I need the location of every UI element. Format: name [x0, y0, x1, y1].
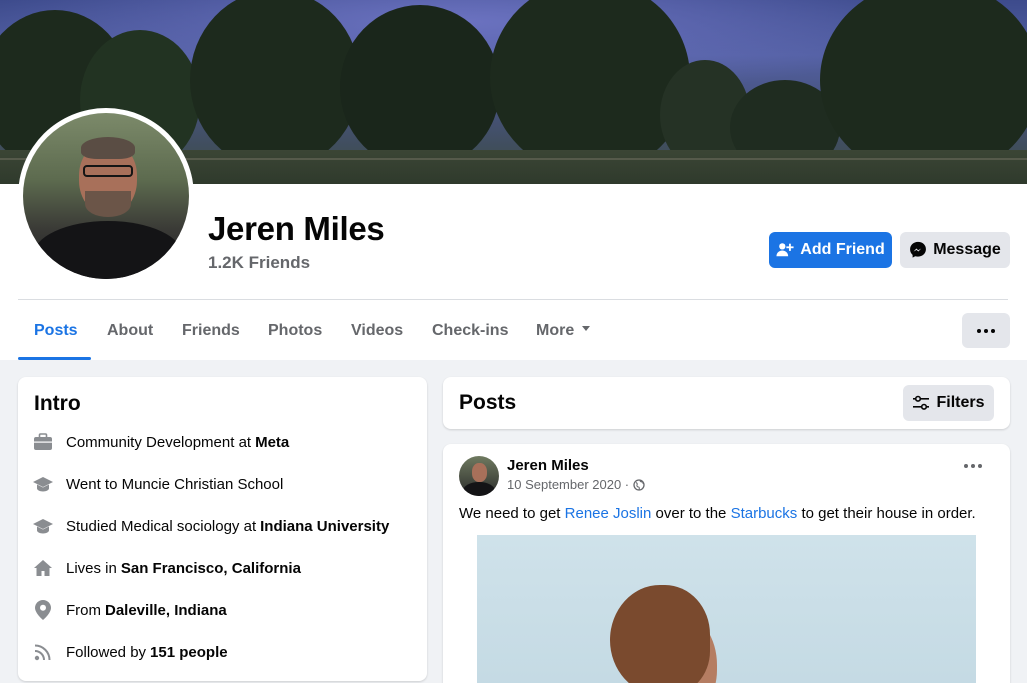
- filters-icon: [913, 395, 930, 410]
- intro-work-employer[interactable]: Meta: [255, 434, 289, 451]
- intro-item-work: Community Development at Meta: [32, 431, 289, 453]
- intro-followers-text: Followed by: [66, 643, 147, 661]
- tab-check-ins[interactable]: Check-ins: [432, 322, 508, 340]
- location-pin-icon: [32, 599, 54, 621]
- intro-lives-text: Lives in: [66, 559, 117, 577]
- add-person-icon: [776, 243, 794, 257]
- add-friend-button[interactable]: Add Friend: [769, 232, 892, 268]
- caret-down-icon: [582, 326, 591, 332]
- page-link[interactable]: Starbucks: [731, 505, 798, 522]
- intro-item-from: From Daleville, Indiana: [32, 599, 227, 621]
- tab-about[interactable]: About: [107, 322, 153, 340]
- globe-icon: [633, 478, 645, 491]
- friends-count[interactable]: 1.2K Friends: [208, 253, 310, 273]
- profile-name: Jeren Miles: [208, 210, 385, 247]
- posts-header-card: Posts Filters: [443, 377, 1010, 429]
- messenger-icon: [910, 241, 927, 258]
- graduation-cap-icon: [32, 473, 54, 495]
- ellipsis-icon: [977, 328, 981, 333]
- graduation-cap-icon: [32, 515, 54, 537]
- post-text-part: over to the: [651, 505, 731, 522]
- add-friend-label: Add Friend: [800, 241, 885, 258]
- intro-item-lives: Lives in San Francisco, California: [32, 557, 301, 579]
- intro-title: Intro: [34, 392, 81, 415]
- profile-avatar[interactable]: [23, 113, 189, 279]
- tab-videos[interactable]: Videos: [351, 322, 403, 340]
- intro-work-text: Community Development at: [66, 433, 252, 451]
- active-tab-indicator: [18, 357, 91, 360]
- rss-feed-icon: [32, 641, 54, 663]
- post-image[interactable]: [477, 535, 976, 683]
- post-options-button[interactable]: [964, 464, 982, 468]
- filters-button[interactable]: Filters: [903, 385, 994, 421]
- posts-title: Posts: [459, 391, 517, 414]
- message-button[interactable]: Message: [900, 232, 1010, 268]
- profile-more-options-button[interactable]: [962, 313, 1010, 348]
- home-icon: [32, 557, 54, 579]
- mention-link[interactable]: Renee Joslin: [565, 505, 652, 522]
- post-text: We need to get Renee Joslin over to the …: [459, 505, 976, 522]
- tab-friends[interactable]: Friends: [182, 322, 240, 340]
- ellipsis-icon: [964, 464, 968, 468]
- tab-photos[interactable]: Photos: [268, 322, 322, 340]
- intro-school-text: Went to Muncie Christian School: [66, 475, 284, 493]
- filters-label: Filters: [936, 394, 985, 411]
- post-text-part: We need to get: [459, 505, 565, 522]
- tab-more-label: More: [536, 322, 575, 339]
- post-text-part: to get their house in order.: [797, 505, 976, 522]
- intro-education-school[interactable]: Indiana University: [260, 518, 389, 535]
- intro-education-text: Studied Medical sociology at: [66, 517, 257, 535]
- intro-item-school: Went to Muncie Christian School: [32, 473, 283, 495]
- intro-from-city[interactable]: Daleville, Indiana: [105, 602, 227, 619]
- intro-lives-city[interactable]: San Francisco, California: [121, 560, 301, 577]
- intro-followers-count[interactable]: 151 people: [150, 644, 228, 661]
- intro-from-text: From: [66, 601, 101, 619]
- tab-posts[interactable]: Posts: [34, 322, 78, 340]
- briefcase-icon: [32, 431, 54, 453]
- header-divider: [18, 299, 1008, 300]
- post-author-avatar[interactable]: [459, 456, 499, 496]
- post-author-name[interactable]: Jeren Miles: [507, 457, 589, 474]
- tab-more[interactable]: More: [536, 322, 591, 340]
- post-card: Jeren Miles 10 September 2020 · We need …: [443, 444, 1010, 683]
- intro-item-followers: Followed by 151 people: [32, 641, 228, 663]
- intro-item-education: Studied Medical sociology at Indiana Univ…: [32, 515, 389, 537]
- message-label: Message: [933, 241, 1001, 258]
- post-meta: 10 September 2020 ·: [507, 477, 645, 492]
- post-date[interactable]: 10 September 2020 ·: [507, 477, 629, 492]
- intro-card: Intro Community Development at Meta Went …: [18, 377, 427, 681]
